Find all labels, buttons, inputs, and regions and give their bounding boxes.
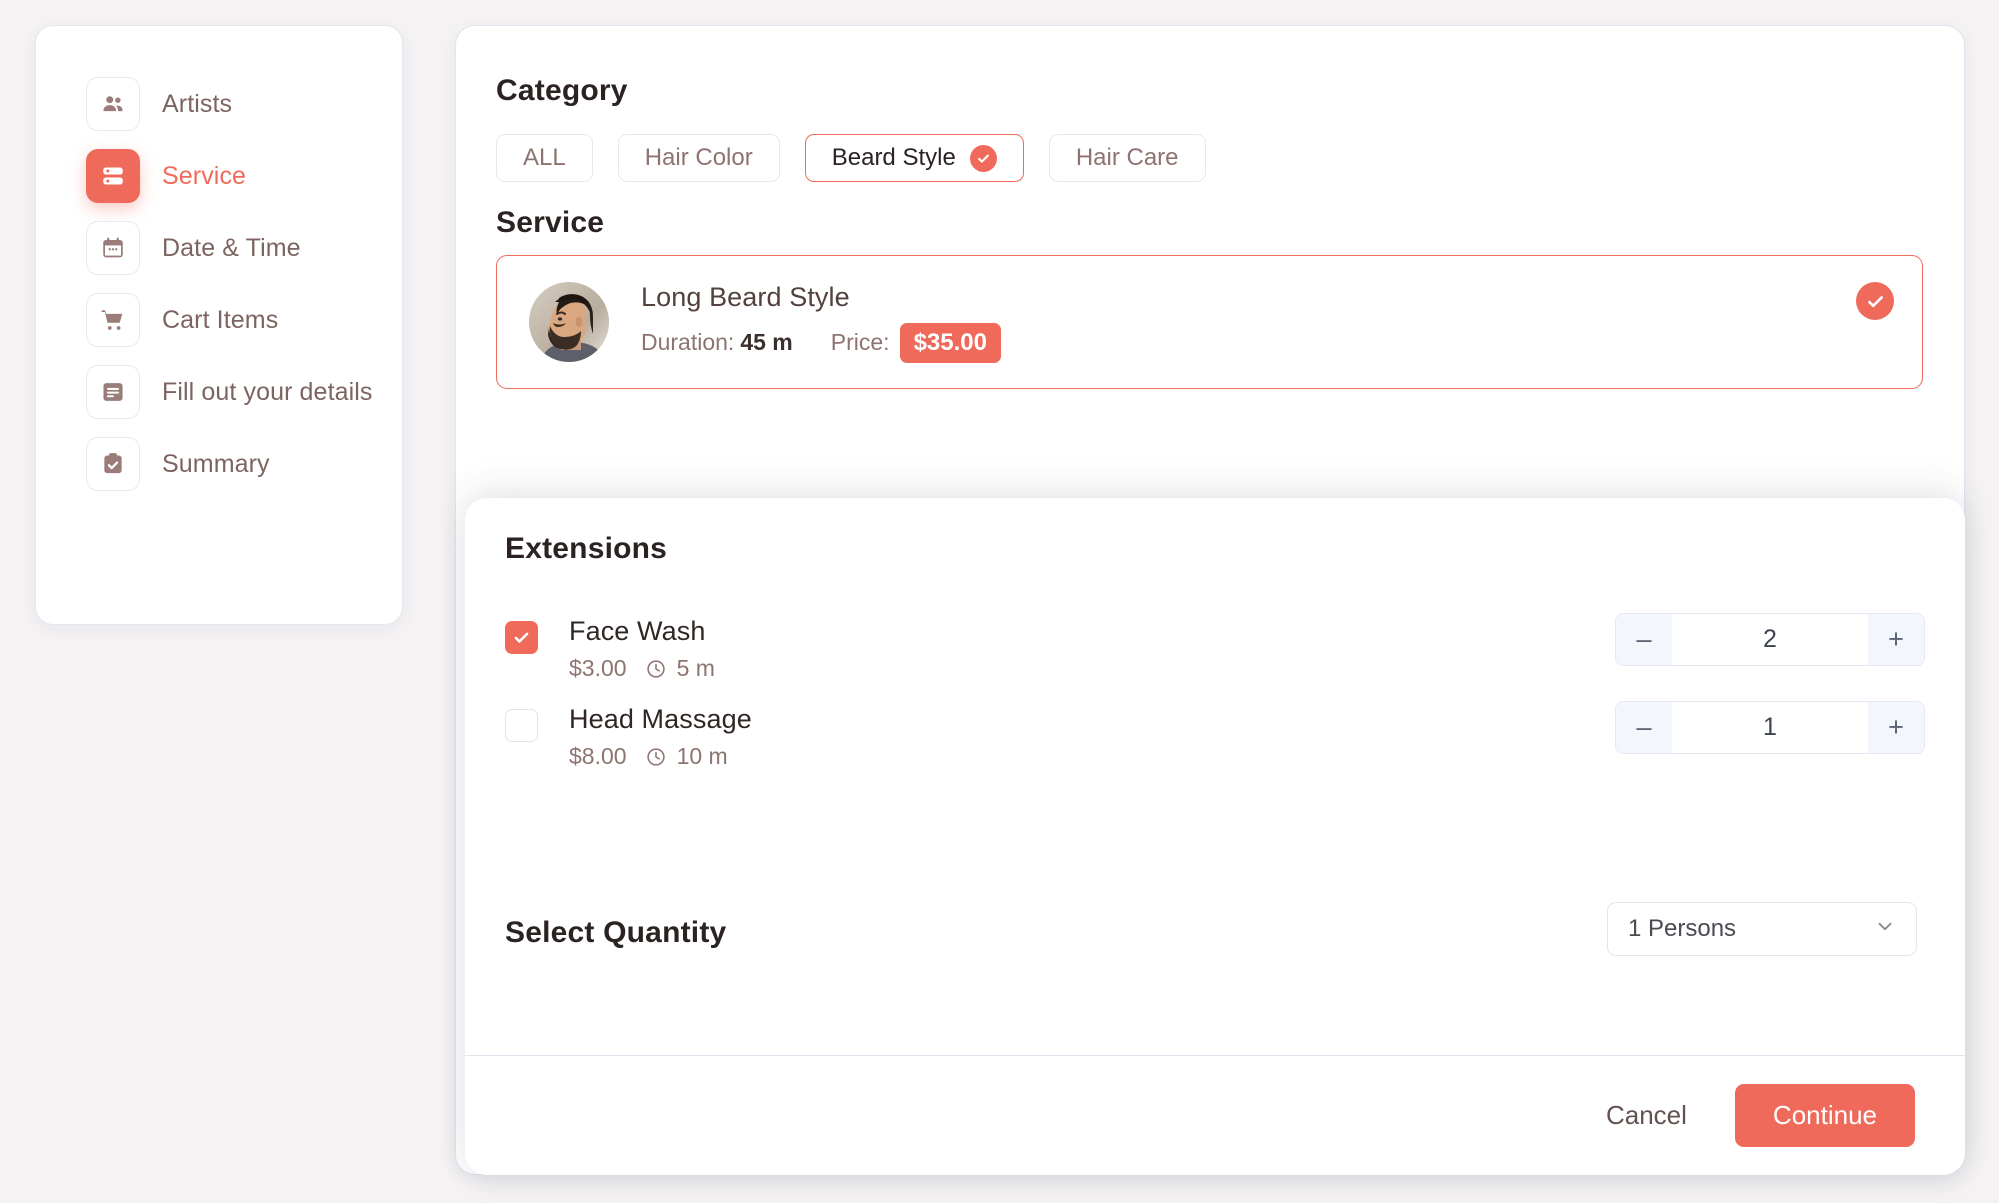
sidebar-item-date-time[interactable]: Date & Time [36, 212, 402, 284]
category-heading: Category [496, 74, 628, 107]
check-circle-icon [969, 144, 997, 172]
select-quantity-label: Select Quantity [505, 916, 727, 949]
category-chip-hair-care[interactable]: Hair Care [1048, 134, 1206, 182]
service-info: Long Beard Style Duration: 45 m Price: $… [641, 282, 1001, 363]
service-card-long-beard-style[interactable]: Long Beard Style Duration: 45 m Price: $… [496, 255, 1923, 389]
category-chip-beard-style[interactable]: Beard Style [804, 134, 1024, 182]
category-chip-hair-color[interactable]: Hair Color [617, 134, 780, 182]
price-label: Price: [830, 329, 890, 355]
clock-icon [645, 746, 667, 768]
category-chip-all[interactable]: ALL [496, 134, 593, 182]
extension-name: Head Massage [569, 704, 752, 734]
extension-price: $8.00 [569, 743, 627, 769]
duration-label: Duration: [641, 329, 735, 355]
sidebar-item-label: Summary [162, 449, 270, 478]
chip-label: Beard Style [831, 144, 956, 171]
service-heading: Service [496, 206, 605, 239]
quantity-value: 1 [1763, 713, 1777, 741]
price-badge: $35.00 [899, 322, 1001, 363]
persons-select-value: 1 Persons [1628, 915, 1737, 942]
sidebar-item-summary[interactable]: Summary [36, 428, 402, 500]
quantity-value: 2 [1763, 625, 1777, 653]
duration-value: 45 m [740, 329, 793, 355]
chip-label: Hair Color [644, 144, 753, 171]
extension-meta: $3.00 5 m [569, 655, 715, 682]
sidebar-item-label: Date & Time [162, 233, 301, 262]
chevron-down-icon [1874, 915, 1896, 944]
sidebar-item-cart-items[interactable]: Cart Items [36, 284, 402, 356]
extension-text: Head Massage $8.00 10 m [569, 704, 752, 770]
persons-select[interactable]: 1 Persons [1607, 902, 1917, 956]
sidebar-item-label: Service [162, 161, 247, 190]
quantity-stepper-head-massage: – 1 + [1615, 701, 1925, 754]
decrement-button[interactable]: – [1616, 702, 1672, 753]
cart-icon [86, 293, 140, 347]
extension-checkbox-face-wash[interactable] [505, 621, 538, 654]
sidebar-item-label: Fill out your details [162, 377, 373, 406]
sidebar-item-fill-out-your-details[interactable]: Fill out your details [36, 356, 402, 428]
sidebar-item-label: Cart Items [162, 305, 279, 334]
extension-price: $3.00 [569, 655, 627, 681]
people-icon [86, 77, 140, 131]
service-meta: Duration: 45 m Price: $35.00 [641, 322, 1001, 363]
extensions-heading: Extensions [505, 532, 668, 565]
form-icon [86, 365, 140, 419]
quantity-stepper-face-wash: – 2 + [1615, 613, 1925, 666]
clipboard-check-icon [86, 437, 140, 491]
cancel-button[interactable]: Cancel [1606, 1100, 1687, 1131]
service-name: Long Beard Style [641, 281, 850, 312]
service-avatar [529, 282, 609, 362]
service-icon [86, 149, 140, 203]
extensions-panel: Extensions Face Wash $3.00 5 m – 2 + Hea… [465, 498, 1965, 1175]
sidebar-item-label: Artists [162, 89, 233, 118]
decrement-button[interactable]: – [1616, 614, 1672, 665]
sidebar-item-service[interactable]: Service [36, 140, 402, 212]
steps-sidebar: Artists Service Date & Time Cart Items F… [35, 25, 403, 625]
extension-name: Face Wash [569, 616, 706, 646]
chip-label: Hair Care [1075, 144, 1179, 171]
extension-text: Face Wash $3.00 5 m [569, 616, 715, 682]
clock-icon [645, 658, 667, 680]
chip-label: ALL [523, 144, 566, 171]
sidebar-item-artists[interactable]: Artists [36, 68, 402, 140]
extension-checkbox-head-massage[interactable] [505, 709, 538, 742]
increment-button[interactable]: + [1868, 614, 1924, 665]
extension-duration: 10 m [676, 743, 728, 769]
extension-duration: 5 m [676, 655, 715, 681]
increment-button[interactable]: + [1868, 702, 1924, 753]
continue-button[interactable]: Continue [1734, 1083, 1915, 1147]
extension-meta: $8.00 10 m [569, 743, 752, 770]
service-selected-check-icon [1856, 282, 1894, 320]
calendar-icon [86, 221, 140, 275]
category-chip-row: ALL Hair Color Beard Style Hair Care [496, 134, 1206, 182]
booking-page: Artists Service Date & Time Cart Items F… [0, 0, 1999, 1203]
panel-footer: Cancel Continue [465, 1056, 1965, 1174]
